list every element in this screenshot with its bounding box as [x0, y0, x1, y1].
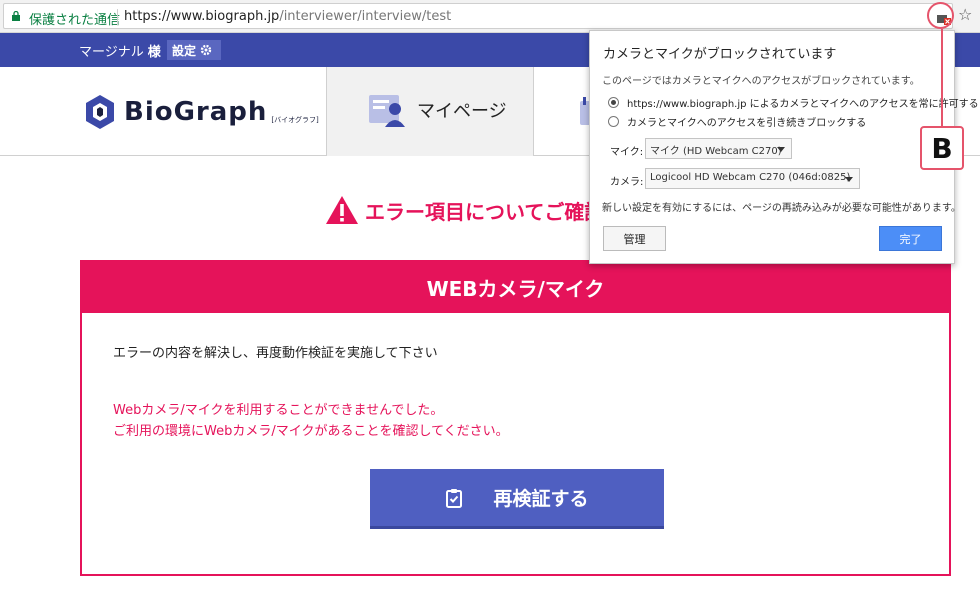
- error-instruction: エラーの内容を解決し、再度動作検証を実施して下さい: [113, 346, 438, 361]
- option-block-label: カメラとマイクへのアクセスを引き続きブロックする: [627, 118, 867, 129]
- option-allow[interactable]: https://www.biograph.jp によるカメラとマイクへのアクセス…: [608, 95, 979, 110]
- annotation-label: B: [920, 126, 964, 170]
- popup-subtitle: このページではカメラとマイクへのアクセスがブロックされています。: [602, 76, 920, 87]
- retry-button-label: 再検証する: [493, 488, 589, 510]
- user-name-text: マージナル: [79, 45, 144, 60]
- warning-icon: [326, 196, 358, 224]
- clipboard-check-icon: [446, 488, 463, 508]
- error-heading: エラー項目についてご確認: [325, 195, 604, 225]
- nav-mypage[interactable]: マイページ: [326, 67, 534, 156]
- error-message-line2: ご利用の環境にWebカメラ/マイクがあることを確認してください。: [113, 424, 509, 439]
- reload-note: 新しい設定を有効にするには、ページの再読み込みが必要な可能性があります。: [602, 203, 961, 214]
- mypage-icon: [369, 95, 405, 127]
- honorific: 様: [147, 45, 161, 60]
- address-divider: [117, 9, 118, 25]
- secure-label: 保護された通信: [29, 13, 121, 28]
- mic-select[interactable]: マイク (HD Webcam C270): [645, 138, 792, 159]
- annotation-line: [941, 29, 943, 126]
- radio-allow[interactable]: [608, 97, 619, 108]
- camera-select[interactable]: Logicool HD Webcam C270 (046d:0825): [645, 168, 860, 189]
- lock-icon: [12, 11, 20, 21]
- radio-block[interactable]: [608, 116, 619, 127]
- url-text[interactable]: https://www.biograph.jp/interviewer/inte…: [124, 9, 451, 24]
- camera-select-value: Logicool HD Webcam C270 (046d:0825): [650, 172, 851, 183]
- settings-button[interactable]: 設定: [167, 40, 221, 60]
- logo-text: BioGraph: [124, 97, 268, 127]
- error-panel-title: WEBカメラ/マイク: [82, 262, 949, 313]
- mic-label: マイク:: [610, 147, 644, 158]
- chevron-down-icon: [845, 177, 853, 182]
- omnibox[interactable]: 保護された通信 https://www.biograph.jp/intervie…: [3, 3, 953, 29]
- gear-icon: [200, 44, 212, 56]
- manage-button[interactable]: 管理: [603, 226, 666, 251]
- browser-address-bar: 保護された通信 https://www.biograph.jp/intervie…: [0, 0, 980, 33]
- error-heading-text: エラー項目についてご確認: [365, 199, 605, 224]
- done-button[interactable]: 完了: [879, 226, 942, 251]
- url-path: /interviewer/interview/test: [279, 9, 452, 24]
- camera-label: カメラ:: [610, 177, 644, 188]
- option-allow-label: https://www.biograph.jp によるカメラとマイクへのアクセス…: [627, 99, 979, 110]
- mic-select-value: マイク (HD Webcam C270): [650, 146, 782, 157]
- error-message-line1: Webカメラ/マイクを利用することができませんでした。: [113, 403, 444, 418]
- biograph-logo[interactable]: BioGraph [バイオグラフ]: [84, 92, 324, 132]
- camera-permission-popup: カメラとマイクがブロックされています このページではカメラとマイクへのアクセスが…: [589, 30, 979, 264]
- annotation-circle: [927, 2, 954, 29]
- nav-mypage-label: マイページ: [417, 101, 507, 122]
- user-name: マージナル様: [79, 41, 161, 60]
- url-host: https://www.biograph.jp: [124, 9, 280, 24]
- logo-subtext: [バイオグラフ]: [271, 116, 319, 124]
- bookmark-star-icon[interactable]: ☆: [958, 5, 972, 25]
- settings-label: 設定: [172, 43, 197, 58]
- retry-button[interactable]: 再検証する: [370, 469, 664, 529]
- error-panel: WEBカメラ/マイク エラーの内容を解決し、再度動作検証を実施して下さい Web…: [80, 260, 951, 576]
- popup-title: カメラとマイクがブロックされています: [603, 47, 837, 62]
- chevron-down-icon: [777, 147, 785, 152]
- option-block[interactable]: カメラとマイクへのアクセスを引き続きブロックする: [608, 114, 866, 129]
- logo-mark-icon: [86, 95, 114, 129]
